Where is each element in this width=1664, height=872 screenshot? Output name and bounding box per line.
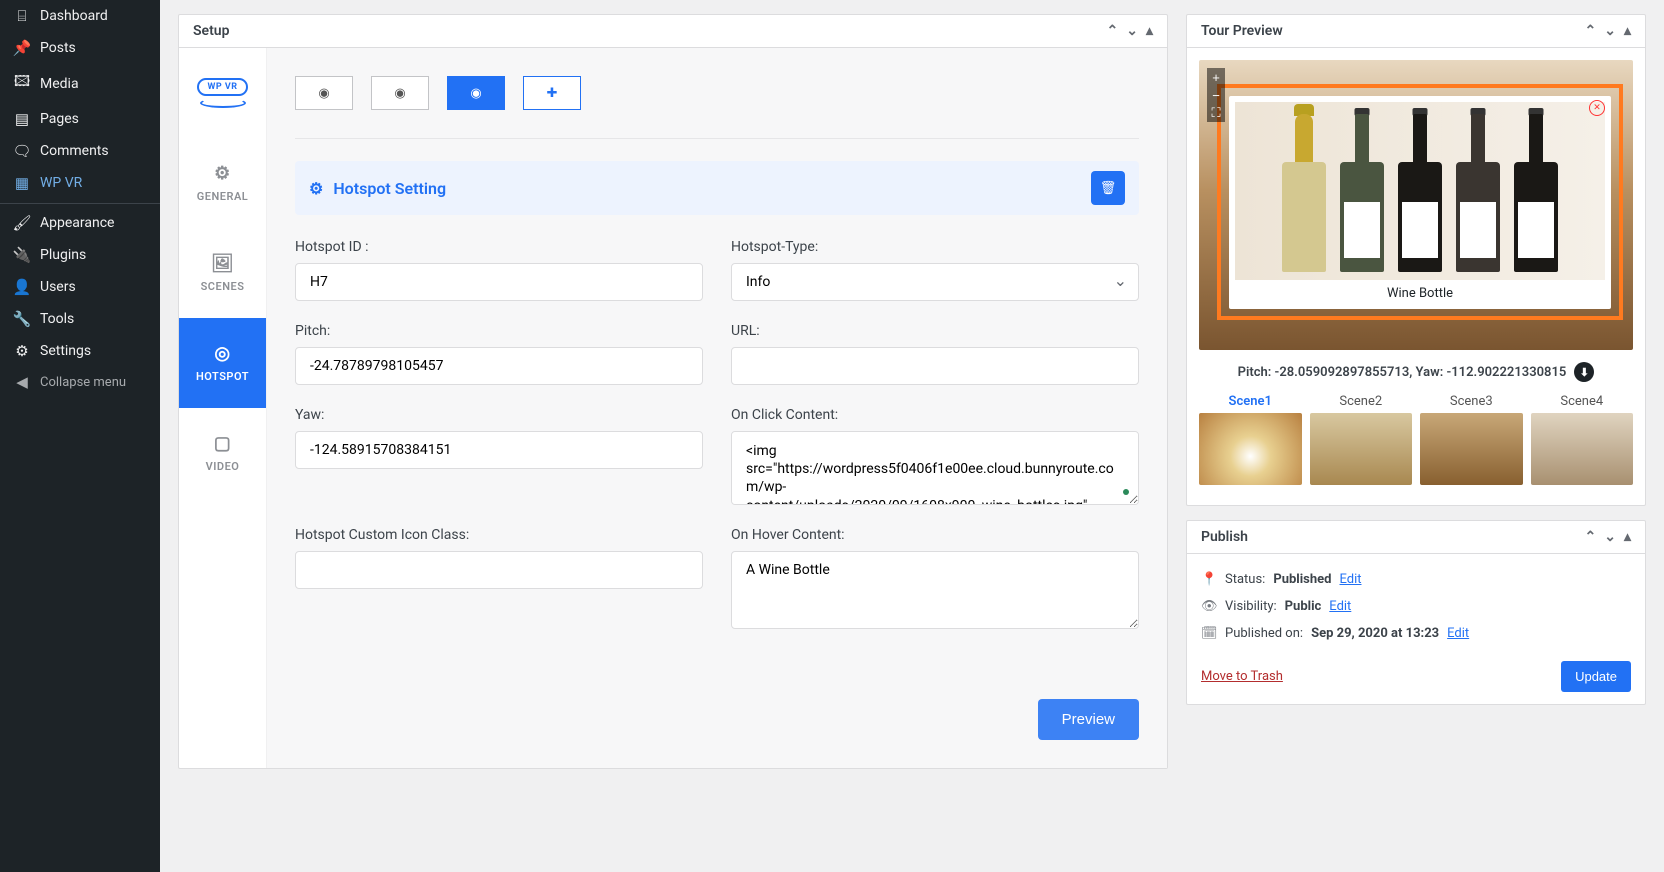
menu-wpvr[interactable]: ▦WP VR bbox=[0, 167, 160, 199]
scene-thumb-1[interactable]: Scene1 bbox=[1199, 394, 1302, 485]
menu-media[interactable]: 🖾Media bbox=[0, 64, 160, 103]
edit-date-link[interactable]: Edit bbox=[1447, 626, 1469, 641]
hotspot-type-select[interactable]: Info bbox=[731, 263, 1139, 301]
wpvr-icon: ▦ bbox=[12, 174, 32, 192]
menu-comments[interactable]: 🗨Comments bbox=[0, 135, 160, 167]
image-icon: 🖼 bbox=[211, 253, 234, 274]
publish-panel: Publish ⌃⌄▴ 📍Status: Published Edit 👁Vis… bbox=[1186, 520, 1646, 705]
menu-plugins[interactable]: 🔌Plugins bbox=[0, 239, 160, 271]
gear-icon: ⚙ bbox=[309, 179, 323, 198]
publish-title: Publish bbox=[1201, 529, 1248, 545]
pitch-input[interactable] bbox=[295, 347, 703, 385]
hotspot-add-button[interactable]: ✚ bbox=[523, 76, 581, 110]
yaw-label: Yaw: bbox=[295, 407, 703, 423]
pages-icon: ▤ bbox=[12, 110, 32, 128]
posts-icon: 📌 bbox=[12, 39, 32, 57]
pitch-label: Pitch: bbox=[295, 323, 703, 339]
hotspot-setting-title: Hotspot Setting bbox=[333, 179, 446, 198]
delete-hotspot-button[interactable]: 🗑 bbox=[1091, 171, 1125, 205]
menu-posts[interactable]: 📌Posts bbox=[0, 32, 160, 64]
eye-icon: 👁 bbox=[1201, 599, 1217, 614]
menu-tools[interactable]: 🔧Tools bbox=[0, 303, 160, 335]
users-icon: 👤 bbox=[12, 278, 32, 296]
fullscreen-button[interactable]: ⛶ bbox=[1207, 104, 1225, 122]
admin-sidebar: ⌸Dashboard 📌Posts 🖾Media ▤Pages 🗨Comment… bbox=[0, 0, 160, 872]
setup-title: Setup bbox=[193, 23, 229, 39]
zoom-in-button[interactable]: + bbox=[1207, 68, 1225, 86]
appearance-icon: 🖌 bbox=[12, 214, 32, 232]
gear-icon: ⚙ bbox=[214, 163, 231, 184]
info-popup: ✕ Wine Bottle bbox=[1229, 96, 1611, 309]
scroll-indicator bbox=[1123, 489, 1129, 495]
onhover-content-textarea[interactable]: A Wine Bottle bbox=[731, 551, 1139, 629]
edit-status-link[interactable]: Edit bbox=[1339, 572, 1361, 587]
onclick-label: On Click Content: bbox=[731, 407, 1139, 423]
hotspot-id-input[interactable] bbox=[295, 263, 703, 301]
pitch-yaw-readout: Pitch: -28.059092897855713, Yaw: -112.90… bbox=[1238, 365, 1567, 380]
collapse-icon: ◀ bbox=[12, 373, 32, 391]
tour-viewer[interactable]: + − ⛶ ✕ bbox=[1199, 60, 1633, 350]
menu-appearance[interactable]: 🖌Appearance bbox=[0, 203, 160, 239]
update-button[interactable]: Update bbox=[1561, 661, 1631, 692]
video-icon: ▢ bbox=[214, 433, 232, 454]
panel-up-icon[interactable]: ⌃ bbox=[1585, 529, 1597, 545]
zoom-out-button[interactable]: − bbox=[1207, 86, 1225, 104]
menu-collapse[interactable]: ◀Collapse menu bbox=[0, 367, 160, 397]
panel-down-icon[interactable]: ⌄ bbox=[1604, 529, 1616, 545]
tour-preview-panel: Tour Preview ⌃ ⌄ ▴ + − ⛶ ✕ bbox=[1186, 14, 1646, 506]
comments-icon: 🗨 bbox=[12, 142, 32, 160]
media-icon: 🖾 bbox=[12, 71, 32, 96]
tools-icon: 🔧 bbox=[12, 310, 32, 328]
scene-thumb-4[interactable]: Scene4 bbox=[1531, 394, 1634, 485]
url-input[interactable] bbox=[731, 347, 1139, 385]
menu-users[interactable]: 👤Users bbox=[0, 271, 160, 303]
plugins-icon: 🔌 bbox=[12, 246, 32, 264]
tab-scenes[interactable]: 🖼SCENES bbox=[179, 228, 266, 318]
download-icon[interactable]: ⬇ bbox=[1574, 362, 1594, 382]
popup-caption: Wine Bottle bbox=[1235, 280, 1605, 303]
icon-class-label: Hotspot Custom Icon Class: bbox=[295, 527, 703, 543]
preview-button[interactable]: Preview bbox=[1038, 699, 1139, 740]
scene-thumb-2[interactable]: Scene2 bbox=[1310, 394, 1413, 485]
dashboard-icon: ⌸ bbox=[12, 7, 32, 25]
tab-hotspot[interactable]: ◎HOTSPOT bbox=[179, 318, 266, 408]
onclick-content-textarea[interactable]: <img src="https://wordpress5f0406f1e00ee… bbox=[731, 431, 1139, 505]
menu-pages[interactable]: ▤Pages bbox=[0, 103, 160, 135]
panel-toggle-icon[interactable]: ▴ bbox=[1624, 529, 1631, 545]
panel-toggle-icon[interactable]: ▴ bbox=[1146, 23, 1153, 39]
hotspot-pill-2[interactable]: ◉ bbox=[371, 76, 429, 110]
trash-icon: 🗑 bbox=[1100, 181, 1117, 196]
setup-panel: Setup ⌃ ⌄ ▴ WP VR ⚙GENERAL 🖼SCENES ◎HOTSPO… bbox=[178, 14, 1168, 769]
calendar-icon: 🗓 bbox=[1201, 626, 1217, 641]
panel-up-icon[interactable]: ⌃ bbox=[1107, 23, 1119, 39]
settings-icon: ⚙ bbox=[12, 342, 32, 360]
scene-thumb-3[interactable]: Scene3 bbox=[1420, 394, 1523, 485]
hotspot-id-label: Hotspot ID : bbox=[295, 239, 703, 255]
menu-dashboard[interactable]: ⌸Dashboard bbox=[0, 0, 160, 32]
target-icon: ◎ bbox=[214, 343, 230, 364]
pin-icon: 📍 bbox=[1201, 572, 1217, 587]
close-popup-button[interactable]: ✕ bbox=[1589, 100, 1605, 116]
tour-preview-title: Tour Preview bbox=[1201, 23, 1283, 39]
edit-visibility-link[interactable]: Edit bbox=[1329, 599, 1351, 614]
icon-class-input[interactable] bbox=[295, 551, 703, 589]
hotspot-pill-3[interactable]: ◉ bbox=[447, 76, 505, 110]
panel-down-icon[interactable]: ⌄ bbox=[1126, 23, 1138, 39]
panel-toggle-icon[interactable]: ▴ bbox=[1624, 23, 1631, 39]
tab-general[interactable]: ⚙GENERAL bbox=[179, 138, 266, 228]
tab-video[interactable]: ▢VIDEO bbox=[179, 408, 266, 498]
hotspot-pill-1[interactable]: ◉ bbox=[295, 76, 353, 110]
menu-settings[interactable]: ⚙Settings bbox=[0, 335, 160, 367]
wpvr-logo: WP VR bbox=[179, 48, 266, 138]
onhover-label: On Hover Content: bbox=[731, 527, 1139, 543]
panel-down-icon[interactable]: ⌄ bbox=[1604, 23, 1616, 39]
move-to-trash-link[interactable]: Move to Trash bbox=[1201, 669, 1283, 684]
url-label: URL: bbox=[731, 323, 1139, 339]
hotspot-type-label: Hotspot-Type: bbox=[731, 239, 1139, 255]
panel-up-icon[interactable]: ⌃ bbox=[1585, 23, 1597, 39]
wine-bottles-image bbox=[1235, 102, 1605, 280]
yaw-input[interactable] bbox=[295, 431, 703, 469]
